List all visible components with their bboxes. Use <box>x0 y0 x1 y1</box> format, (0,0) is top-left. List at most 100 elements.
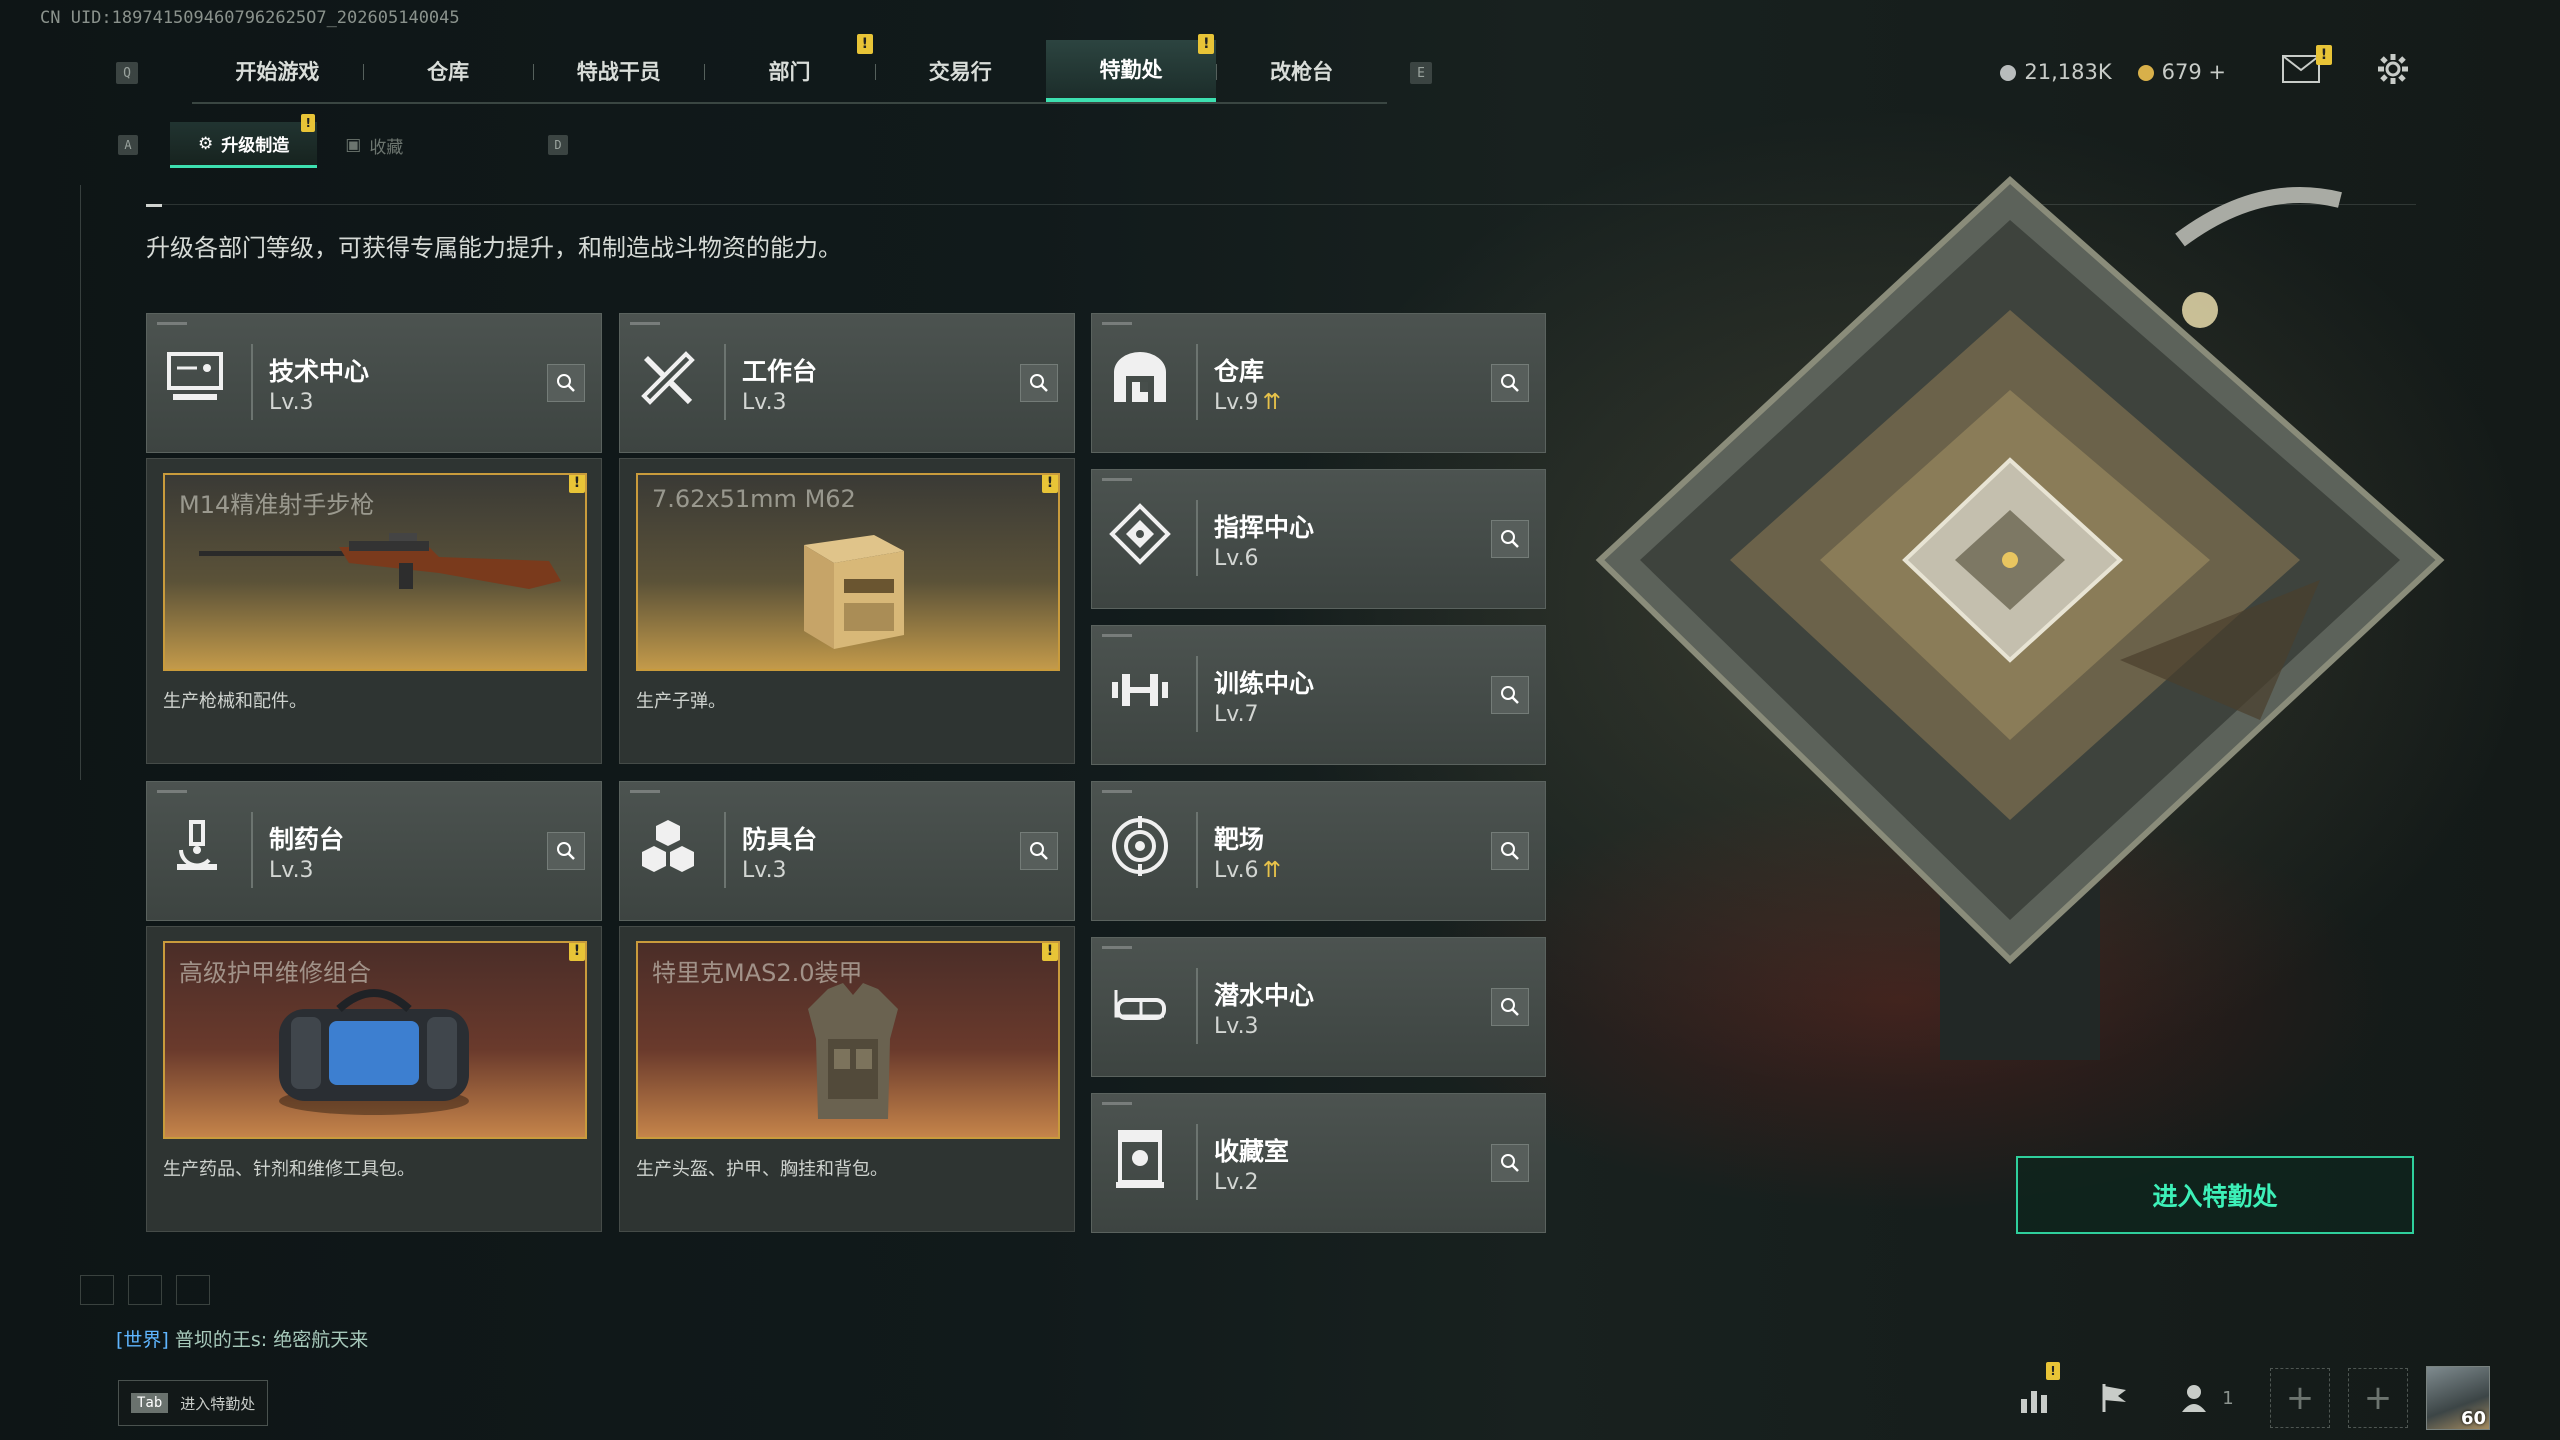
inspect-button[interactable] <box>1020 832 1058 870</box>
dept-card-diving[interactable]: 潜水中心 Lv.3 <box>1091 937 1546 1077</box>
add-teammate-slot[interactable]: + <box>2348 1368 2408 1428</box>
tab-hint-button[interactable]: Tab 进入特勤处 <box>118 1380 269 1426</box>
inspect-button[interactable] <box>1491 520 1529 558</box>
subtab-next-key[interactable]: D <box>548 135 568 155</box>
tab-warehouse[interactable]: 仓库 <box>362 40 534 102</box>
stats-button[interactable]: ! <box>2006 1362 2066 1428</box>
page-description: 升级各部门等级，可获得专属能力提升，和制造战斗物资的能力。 <box>146 234 842 262</box>
dept-card-range[interactable]: 靶场 Lv.6 ⇈ <box>1091 781 1546 921</box>
body-armor-image <box>808 983 898 1119</box>
tab-label: 交易行 <box>928 60 992 84</box>
inspect-button[interactable] <box>547 364 585 402</box>
dept-card-command[interactable]: 指挥中心 Lv.6 <box>1091 469 1546 609</box>
production-item-name: 7.62x51mm M62 <box>652 485 856 513</box>
production-card-armor[interactable]: 特里克MAS2.0装甲 ! 生产头盔、护甲、胸挂和背包。 <box>619 926 1075 1232</box>
inspect-button[interactable] <box>1491 988 1529 1026</box>
search-icon <box>1030 374 1048 392</box>
craft-icon: ⚙ <box>198 133 214 154</box>
tab-departments[interactable]: 部门 ! <box>704 34 875 102</box>
rifle-image <box>199 533 561 589</box>
enter-special-ops-button[interactable]: 进入特勤处 <box>2016 1156 2414 1234</box>
tab-gunsmith[interactable]: 改枪台 <box>1216 40 1387 102</box>
notification-badge: ! <box>569 475 585 493</box>
mail-button[interactable]: ! <box>2282 45 2332 88</box>
dept-card-warehouse[interactable]: 仓库 Lv.9 ⇈ <box>1091 313 1546 453</box>
inspect-button[interactable] <box>547 832 585 870</box>
card-separator <box>251 812 253 888</box>
notification-badge: ! <box>2046 1362 2060 1380</box>
card-corner-mark <box>630 322 660 325</box>
dept-card-training[interactable]: 训练中心 Lv.7 <box>1091 625 1546 765</box>
dept-card-armor[interactable]: 防具台 Lv.3 <box>619 781 1075 921</box>
tools-icon <box>641 351 695 405</box>
notification-badge: ! <box>2316 45 2332 65</box>
dept-name: 仓库 <box>1214 357 1265 386</box>
sub-tabs: ⚙ 升级制造 ! ▣ 收藏 <box>170 114 431 168</box>
subtab-prev-key[interactable]: A <box>118 135 138 155</box>
inspect-button[interactable] <box>1491 832 1529 870</box>
production-item-art: 特里克MAS2.0装甲 ! <box>636 941 1060 1139</box>
subtab-collection[interactable]: ▣ 收藏 <box>317 122 431 168</box>
settings-button[interactable] <box>2376 52 2410 91</box>
dept-card-tech[interactable]: 技术中心 Lv.3 <box>146 313 602 453</box>
player-avatar[interactable]: 60 <box>2426 1366 2490 1430</box>
production-card-pharmacy[interactable]: 高级护甲维修组合 ! 生产药品、针剂和维修工具包。 <box>146 926 602 1232</box>
tab-hint-label: 进入特勤处 <box>180 1394 256 1413</box>
tab-label: 特勤处 <box>1099 58 1163 82</box>
dept-card-collection[interactable]: 收藏室 Lv.2 <box>1091 1093 1546 1233</box>
add-teammate-slot[interactable]: + <box>2270 1368 2330 1428</box>
friends-button[interactable]: 1 <box>2162 1368 2252 1428</box>
production-card-workbench[interactable]: 7.62x51mm M62 ! 生产子弹。 <box>619 458 1075 764</box>
gold-currency[interactable]: 679 + <box>2137 60 2226 84</box>
inspect-button[interactable] <box>1491 364 1529 402</box>
dumbbell-icon <box>1112 674 1168 706</box>
bottom-toolbar: ! 1 + + 60 <box>2006 1362 2490 1430</box>
tab-label: 部门 <box>768 60 811 84</box>
goggles-icon <box>1114 990 1166 1020</box>
dept-name: 制药台 <box>269 825 345 854</box>
card-separator <box>1196 500 1198 576</box>
nav-next-key[interactable]: E <box>1410 62 1432 84</box>
silver-currency: 21,183K <box>2000 59 2112 84</box>
command-icon <box>1109 503 1171 565</box>
production-caption: 生产子弹。 <box>636 691 726 712</box>
search-icon <box>1030 842 1048 860</box>
warehouse-icon <box>1114 352 1166 402</box>
tab-label: 特战干员 <box>576 60 661 84</box>
dept-level-value: Lv.9 <box>1214 390 1259 415</box>
frame-icon <box>80 1275 114 1305</box>
dept-level-value: Lv.6 <box>1214 858 1259 883</box>
add-currency-button[interactable]: + <box>2208 60 2226 84</box>
nav-prev-key[interactable]: Q <box>116 62 138 84</box>
search-icon <box>557 842 575 860</box>
minimap-controls <box>80 1275 210 1305</box>
production-card-tech[interactable]: M14精准射手步枪 ! 生产枪械和配件。 <box>146 458 602 764</box>
silver-amount: 21,183K <box>2024 59 2112 84</box>
notification-badge: ! <box>1198 34 1215 54</box>
dept-level: Lv.3 <box>742 390 787 415</box>
tab-label: 开始游戏 <box>235 60 320 84</box>
notification-badge: ! <box>856 34 873 54</box>
gold-coin-icon <box>2137 64 2154 81</box>
subtab-upgrade-craft[interactable]: ⚙ 升级制造 ! <box>170 114 318 168</box>
dept-name: 潜水中心 <box>1214 981 1315 1010</box>
card-separator <box>1196 1124 1198 1200</box>
tab-operators[interactable]: 特战干员 <box>533 40 704 102</box>
dept-level: Lv.3 <box>269 858 314 883</box>
dept-name: 训练中心 <box>1214 669 1315 698</box>
dept-card-workbench[interactable]: 工作台 Lv.3 <box>619 313 1075 453</box>
dept-card-pharmacy[interactable]: 制药台 Lv.3 <box>146 781 602 921</box>
inspect-button[interactable] <box>1491 676 1529 714</box>
card-corner-mark <box>1102 322 1132 325</box>
inspect-button[interactable] <box>1020 364 1058 402</box>
tab-market[interactable]: 交易行 <box>874 40 1046 102</box>
flag-button[interactable] <box>2084 1368 2144 1428</box>
bar-chart-icon <box>2021 1391 2047 1413</box>
tab-special-ops[interactable]: 特勤处 ! <box>1045 34 1217 102</box>
chat-line[interactable]: [世界] 普坝的王s: 绝密航天来 <box>116 1325 368 1352</box>
uid-label: CN UID:1897415094607962625O7_20260514004… <box>40 8 460 28</box>
inspect-button[interactable] <box>1491 1144 1529 1182</box>
frame-icon <box>128 1275 162 1305</box>
search-icon <box>1501 842 1519 860</box>
tab-start-game[interactable]: 开始游戏 <box>192 40 363 102</box>
